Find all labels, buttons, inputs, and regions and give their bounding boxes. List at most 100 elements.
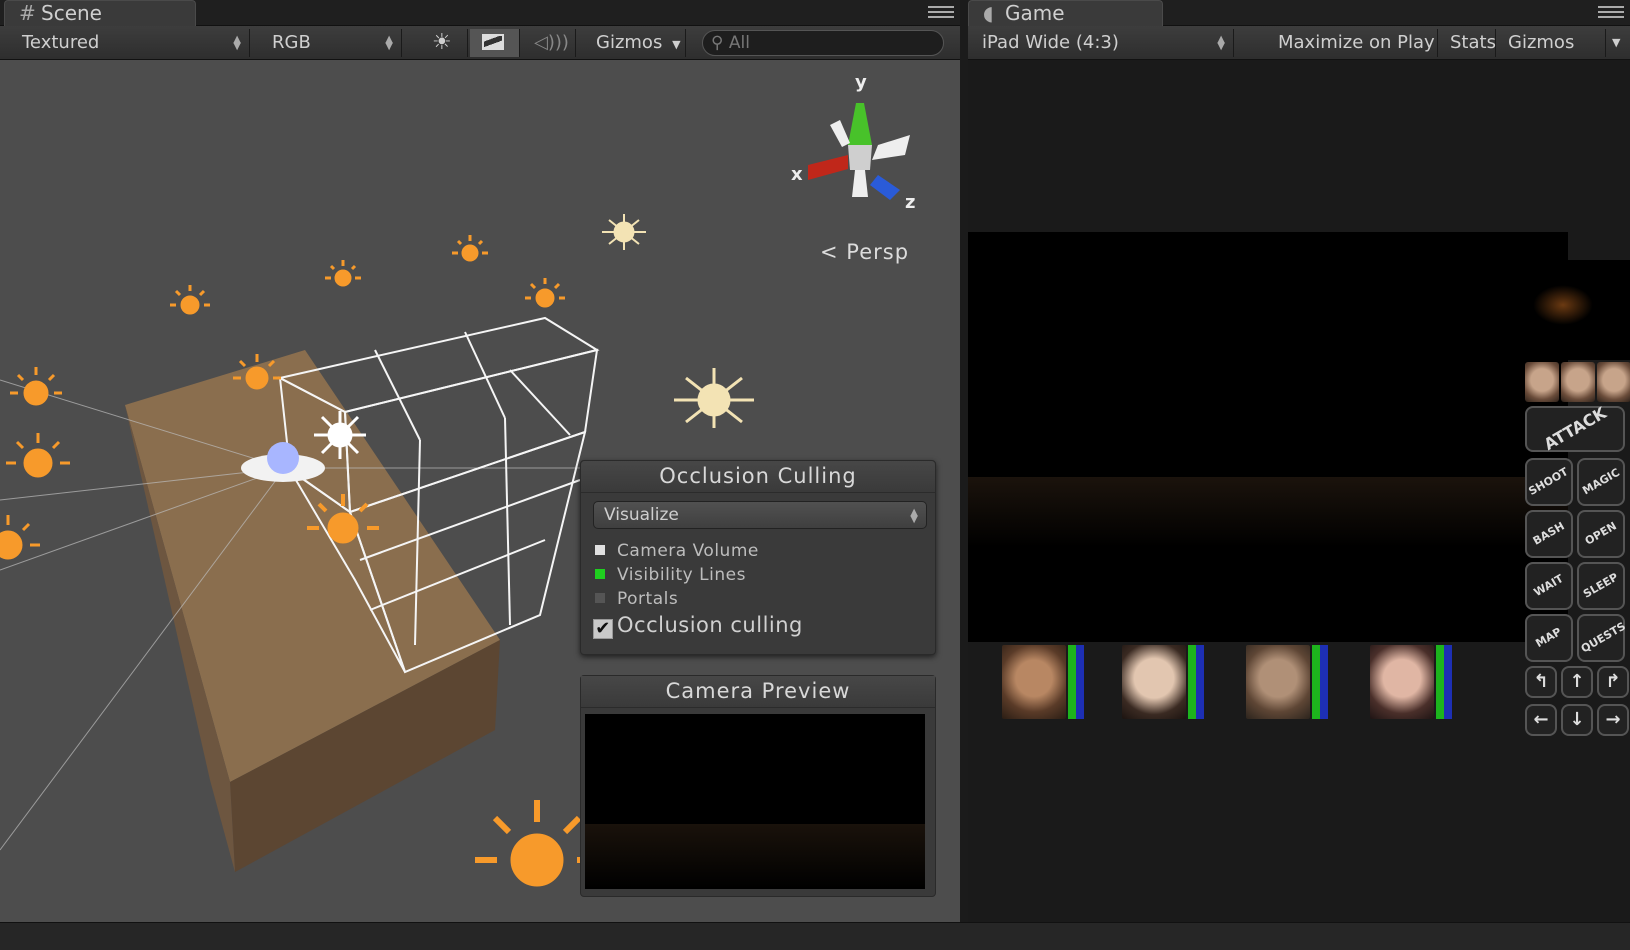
- axis-x-label: x: [791, 164, 803, 185]
- sun-icon: ☀: [432, 30, 452, 55]
- sleep-button[interactable]: SLEEP: [1577, 562, 1625, 610]
- aspect-dropdown[interactable]: iPad Wide (4:3) ▲ ▼: [972, 29, 1234, 57]
- point-light-icon: [325, 260, 361, 287]
- wait-button[interactable]: WAIT: [1525, 562, 1573, 610]
- panel-divider[interactable]: [960, 0, 968, 922]
- legend-swatch: [595, 569, 605, 579]
- mini-portrait[interactable]: [1525, 362, 1559, 402]
- gizmos-chevron-icon[interactable]: ▼: [1606, 29, 1630, 57]
- search-input[interactable]: ⚲ All: [702, 30, 944, 56]
- point-light-icon: [0, 515, 40, 560]
- magic-button[interactable]: MAGIC: [1577, 458, 1625, 506]
- mana-bar: [1444, 645, 1452, 719]
- tab-menu-icon[interactable]: [1598, 6, 1624, 20]
- point-light-icon: [674, 368, 754, 428]
- checkbox-checked-icon[interactable]: ✔: [593, 619, 613, 639]
- tab-scene[interactable]: # Scene: [4, 0, 196, 26]
- stats-toggle[interactable]: Stats: [1440, 29, 1496, 57]
- health-bar: [1068, 645, 1076, 719]
- channel-dropdown[interactable]: RGB ▲ ▼: [262, 29, 402, 57]
- game-toolbar: iPad Wide (4:3) ▲ ▼ Maximize on Play Stat…: [968, 26, 1630, 60]
- minimap-glow: [1533, 285, 1593, 325]
- maximize-on-play-toggle[interactable]: Maximize on Play: [1268, 29, 1438, 57]
- orientation-gizmo[interactable]: [808, 103, 910, 200]
- perspective-icon: <: [820, 240, 839, 264]
- updown-arrows-icon: ▲ ▼: [233, 34, 241, 52]
- search-icon: ⚲: [711, 33, 724, 53]
- scene-tab-bar: # Scene: [0, 0, 960, 26]
- point-light-icon: [602, 214, 646, 250]
- strafe-left-arrow-icon[interactable]: ←: [1525, 704, 1557, 736]
- axis-z-label: z: [905, 192, 916, 213]
- quests-button[interactable]: QUESTS: [1577, 614, 1628, 662]
- health-bar: [1312, 645, 1320, 719]
- axis-y-label: y: [855, 72, 867, 93]
- projection-toggle[interactable]: < Persp: [820, 240, 909, 264]
- party-portrait-2[interactable]: [1122, 645, 1186, 719]
- turn-right-arrow-icon[interactable]: ↱: [1597, 666, 1629, 698]
- occlusion-culling-panel: Occlusion Culling Visualize ▲ ▼ Camera Vo…: [580, 460, 936, 655]
- image-icon: [482, 34, 504, 50]
- camera-preview-viewport: [585, 714, 925, 889]
- bash-button[interactable]: BASH: [1525, 510, 1573, 558]
- health-bar: [1188, 645, 1196, 719]
- health-bar: [1436, 645, 1444, 719]
- shoot-button[interactable]: SHOOT: [1525, 458, 1573, 506]
- movement-pad: ↰ ↑ ↱ ← ↓ →: [1525, 666, 1630, 746]
- mini-portraits: [1525, 362, 1630, 402]
- scene-overlay-toggle[interactable]: [470, 29, 520, 57]
- point-light-icon: [170, 285, 210, 315]
- tab-game[interactable]: ◖ Game: [968, 0, 1163, 26]
- attack-button[interactable]: ATTACK: [1525, 403, 1625, 454]
- mini-portrait[interactable]: [1597, 362, 1630, 402]
- status-bar: [0, 922, 1630, 950]
- game-tab-bar: ◖ Game: [968, 0, 1630, 26]
- gizmos-toggle[interactable]: Gizmos: [1498, 29, 1606, 57]
- occlusion-culling-checkbox-row[interactable]: ✔ Occlusion culling: [593, 613, 803, 639]
- mana-bar: [1320, 645, 1328, 719]
- legend-swatch: [595, 545, 605, 555]
- scene-toolbar: Textured ▲ ▼ RGB ▲ ▼ ☀ ◁))) Gizmos ▼ ⚲ All: [0, 26, 960, 60]
- updown-arrows-icon: ▲ ▼: [385, 34, 393, 52]
- party-portrait-4[interactable]: [1370, 645, 1434, 719]
- pale-light-icons: [602, 214, 754, 428]
- legend-swatch: [595, 593, 605, 603]
- minimap-area: [1523, 260, 1630, 360]
- gizmos-dropdown[interactable]: Gizmos ▼: [586, 29, 686, 57]
- tab-menu-icon[interactable]: [928, 6, 954, 20]
- legend-visibility-lines: Visibility Lines: [595, 565, 746, 585]
- party-portrait-3[interactable]: [1246, 645, 1310, 719]
- point-light-icon: [6, 433, 70, 478]
- point-light-icon: [525, 278, 565, 308]
- camera-preview-title: Camera Preview: [581, 676, 935, 708]
- grid-icon: #: [19, 1, 36, 25]
- updown-arrows-icon: ▲ ▼: [1217, 34, 1225, 52]
- lighting-toggle[interactable]: ☀: [420, 29, 468, 57]
- open-button[interactable]: OPEN: [1577, 510, 1625, 558]
- pacman-icon: ◖: [983, 1, 994, 25]
- visualize-mode-dropdown[interactable]: Visualize ▲ ▼: [593, 501, 927, 529]
- legend-camera-volume: Camera Volume: [595, 541, 759, 561]
- preview-floor: [585, 824, 925, 889]
- party-portrait-1[interactable]: [1002, 645, 1066, 719]
- camera-preview-panel: Camera Preview: [580, 675, 936, 897]
- strafe-right-arrow-icon[interactable]: →: [1597, 704, 1629, 736]
- audio-toggle[interactable]: ◁))): [524, 29, 576, 57]
- legend-portals: Portals: [595, 589, 678, 609]
- map-button[interactable]: MAP: [1525, 614, 1573, 662]
- chevron-down-icon: ▼: [672, 38, 681, 51]
- mana-bar: [1076, 645, 1084, 719]
- forward-arrow-icon[interactable]: ↑: [1561, 666, 1593, 698]
- scene-view[interactable]: y x z < Persp Occlusion Culling Visualiz…: [0, 60, 960, 922]
- point-light-icon: [452, 235, 488, 262]
- speaker-icon: ◁))): [534, 32, 569, 53]
- updown-arrows-icon: ▲ ▼: [910, 507, 918, 525]
- back-arrow-icon[interactable]: ↓: [1561, 704, 1593, 736]
- game-floor: [968, 477, 1568, 547]
- occlusion-panel-title: Occlusion Culling: [581, 461, 935, 493]
- turn-left-arrow-icon[interactable]: ↰: [1525, 666, 1557, 698]
- game-viewport: [968, 232, 1568, 642]
- mana-bar: [1196, 645, 1204, 719]
- render-mode-dropdown[interactable]: Textured ▲ ▼: [12, 29, 250, 57]
- game-view[interactable]: ATTACK SHOOT MAGIC BASH OPEN WAIT SLEEP …: [968, 60, 1630, 922]
